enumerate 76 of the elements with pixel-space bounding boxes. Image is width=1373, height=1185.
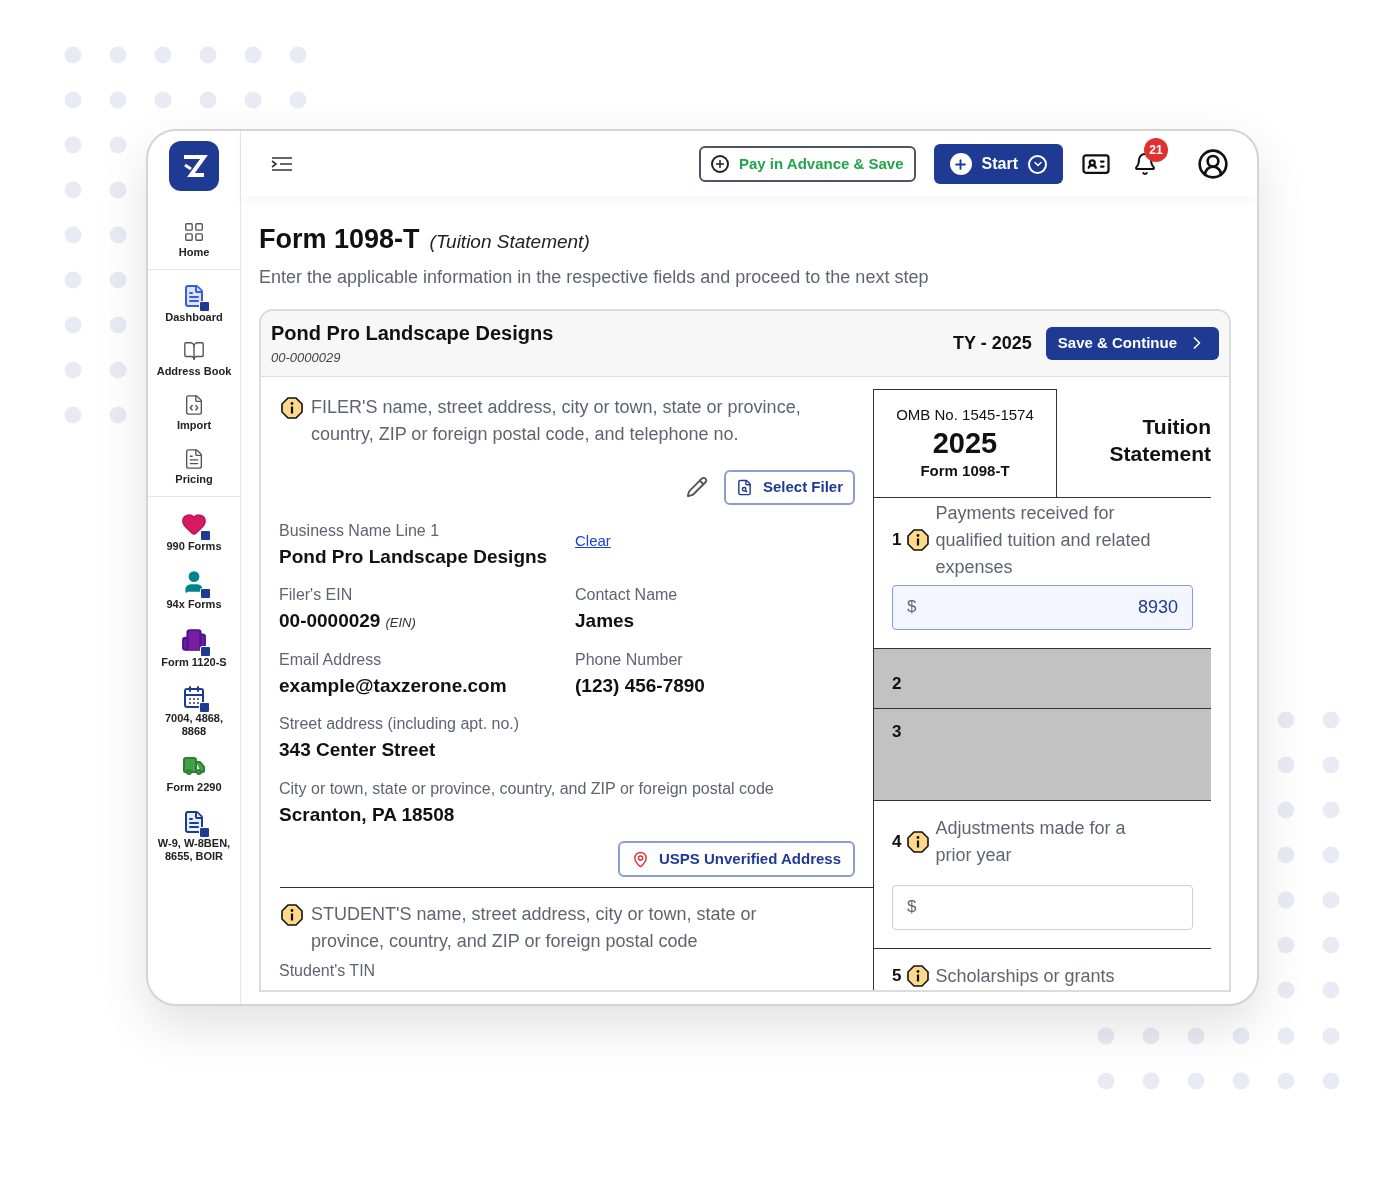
box-number: 3 <box>892 721 902 741</box>
sidebar-item[interactable]: 94x Forms <box>152 569 236 611</box>
logo-icon[interactable] <box>169 141 219 191</box>
select-filer-button[interactable]: Select Filer <box>723 469 855 505</box>
save-continue-button[interactable]: Save & Continue <box>1045 326 1219 360</box>
box-number: 2 <box>892 673 902 693</box>
notification-badge: 21 <box>1144 138 1168 162</box>
tax-year: TY - 2025 <box>953 331 1032 355</box>
sidebar-item[interactable]: W-9, W-8BEN, 8655, BOIR <box>152 810 236 863</box>
usps-address-button[interactable]: USPS Unverified Address <box>618 841 855 877</box>
code-file-icon <box>183 394 205 416</box>
sidebar-item[interactable]: Dashboard <box>152 284 236 324</box>
sidebar-item[interactable]: 7004, 4868, 8868 <box>152 685 236 738</box>
info-icon <box>907 965 930 987</box>
box-label: Scholarships or grants <box>935 964 1115 988</box>
page-title: Form 1098-T <box>259 223 420 256</box>
field-value: 00-0000029 <box>279 609 381 633</box>
sidebar-item[interactable]: Pricing <box>152 448 236 486</box>
map-pin-icon <box>632 850 649 868</box>
field-value: (123) 456-7890 <box>575 673 705 698</box>
field-value: 343 Center Street <box>279 738 436 762</box>
filer-heading: FILER'S name, street address, city or town, state or province, country, ZIP or foreign postal code, and telephone no. <box>311 395 802 446</box>
amount-value: 8930 <box>1137 595 1178 619</box>
info-icon <box>907 529 930 551</box>
field-label: Business Name Line 1 <box>279 520 441 541</box>
notification-icon[interactable] <box>1133 152 1157 176</box>
sidebar-item[interactable]: Import <box>152 394 236 432</box>
info-icon <box>281 396 303 419</box>
info-icon <box>281 904 303 926</box>
company-name: Pond Pro Landscape Designs <box>271 321 554 347</box>
edit-icon[interactable] <box>685 476 708 498</box>
profile-icon[interactable] <box>1197 148 1229 180</box>
amount-field[interactable]: $ 8930 <box>892 584 1193 630</box>
form-name: Form 1098-T <box>920 461 1010 481</box>
field-value: example@taxzerone.com <box>279 673 507 698</box>
field-label: City or town, state or province, country, and ZIP or foreign postal code <box>279 778 775 799</box>
field-label: Student's TIN <box>279 961 377 981</box>
field-label: Phone Number <box>575 649 684 670</box>
box-number: 5 <box>892 965 902 988</box>
menu-icon[interactable] <box>271 156 293 172</box>
field-label: Contact Name <box>575 585 679 605</box>
start-button[interactable]: Start <box>933 144 1063 184</box>
student-heading: STUDENT'S name, street address, city or town, state or province, country, and ZIP or foreign postal code <box>311 903 758 953</box>
field-label: Email Address <box>279 649 383 670</box>
field-value: Scranton, PA 18508 <box>279 802 455 827</box>
page-description: Enter the applicable information in the respective fields and proceed to the next step <box>259 265 930 289</box>
box-label: Adjustments made for a prior year <box>935 816 1127 867</box>
file-search-icon <box>735 478 753 496</box>
company-id: 00-0000029 <box>271 349 342 368</box>
amount-field[interactable]: $ <box>892 884 1193 930</box>
box-label: Payments received for qualified tuition and related expenses <box>935 501 1152 579</box>
info-icon <box>907 830 930 853</box>
field-suffix: (EIN) <box>385 614 416 632</box>
form-title: Tuition Statement <box>1108 413 1211 467</box>
sidebar-item[interactable]: Form 1120-S <box>152 627 236 669</box>
box-number: 1 <box>892 529 902 552</box>
field-label: Street address (including apt. no.) <box>279 714 521 734</box>
sidebar-item[interactable]: Form 2290 <box>152 754 236 794</box>
truck-icon <box>182 754 206 778</box>
file-icon <box>183 448 205 470</box>
form-year: 2025 <box>932 426 998 460</box>
page-subtitle: (Tuition Statement) <box>429 230 590 254</box>
field-value: James <box>575 609 635 633</box>
sidebar-item[interactable]: Address Book <box>152 340 236 378</box>
currency-symbol: $ <box>907 896 917 919</box>
field-label: Filer's EIN <box>279 585 354 605</box>
sidebar-item[interactable]: 990 Forms <box>152 511 236 553</box>
grid-icon <box>183 221 205 243</box>
clear-link[interactable]: Clear <box>575 531 611 549</box>
sidebar-item[interactable]: Home <box>152 221 236 259</box>
dropdown-icon <box>1028 154 1047 174</box>
currency-symbol: $ <box>907 596 917 619</box>
box-number: 4 <box>892 830 902 853</box>
book-icon <box>183 340 205 362</box>
omb-number: OMB No. 1545-1574 <box>896 404 1034 425</box>
field-value: Pond Pro Landscape Designs <box>279 544 548 569</box>
